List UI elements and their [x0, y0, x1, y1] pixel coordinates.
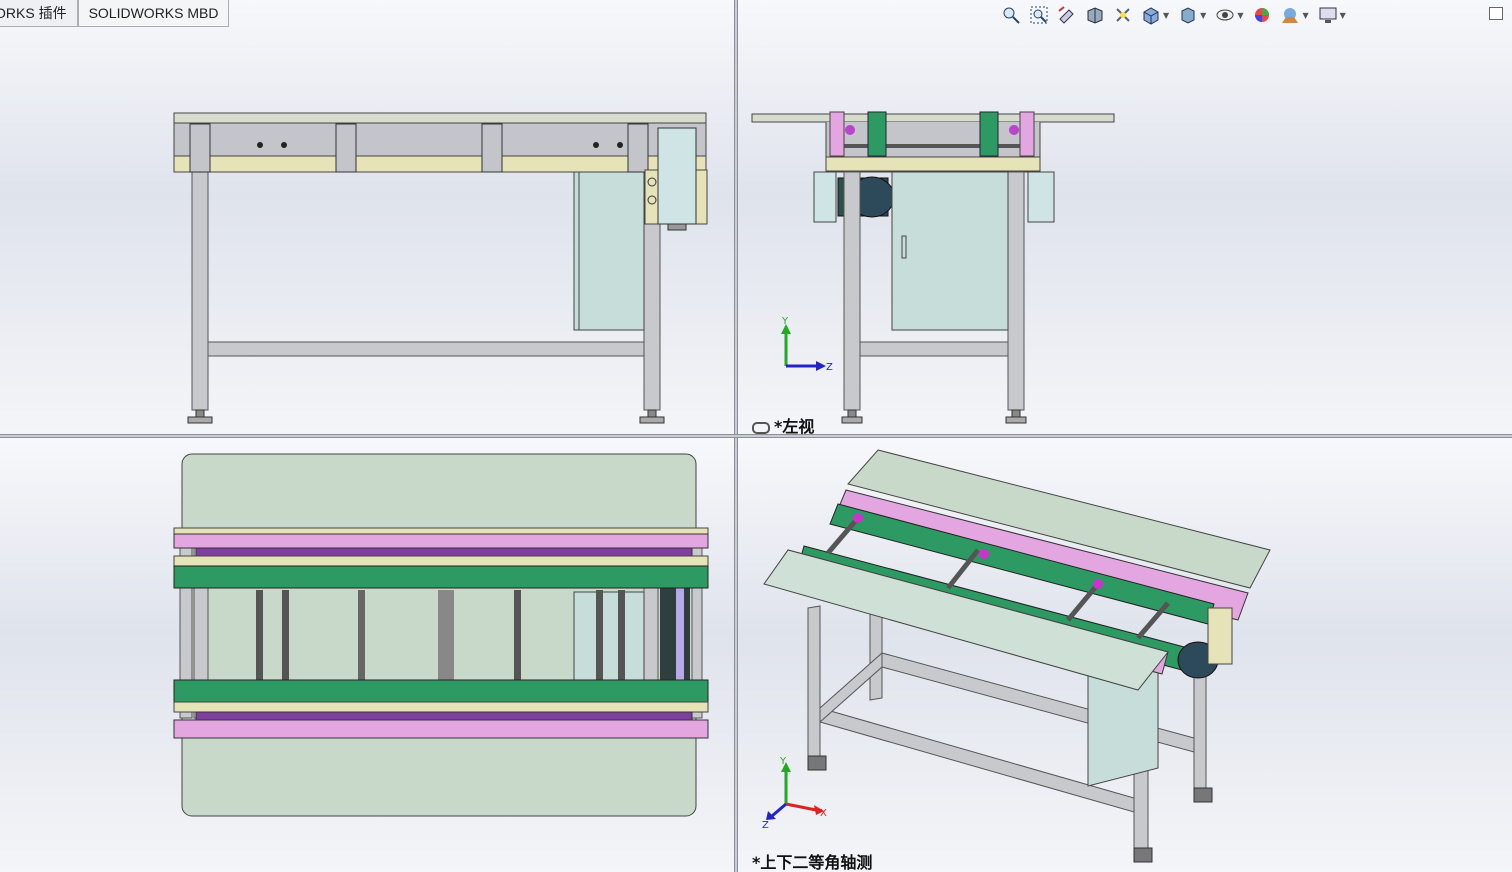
viewport-splitter-horizontal[interactable] — [0, 434, 1512, 438]
maximize-viewport-button[interactable] — [1489, 7, 1503, 20]
chevron-down-icon[interactable]: ▼ — [1302, 11, 1308, 20]
chevron-down-icon[interactable]: ▼ — [1163, 11, 1169, 20]
previous-view-icon[interactable] — [1056, 4, 1078, 26]
tab-solidworks-mbd[interactable]: SOLIDWORKS MBD — [77, 0, 230, 27]
axis-y-label: Y — [781, 316, 789, 327]
viewport-isometric[interactable]: Y X Z *上下二等角轴测 — [738, 438, 1512, 872]
tab-solidworks-addins[interactable]: ORKS 插件 — [0, 0, 78, 27]
heads-up-view-toolbar: ▼ ▼ ▼ ▼ ▼ — [1000, 4, 1348, 26]
link-view-icon — [752, 421, 770, 434]
isometric-view-drawing — [763, 449, 1271, 863]
chevron-down-icon[interactable]: ▼ — [1237, 11, 1243, 20]
view-orientation-icon[interactable] — [1140, 4, 1162, 26]
zoom-to-fit-icon[interactable] — [1000, 4, 1022, 26]
axis-y-label: Y — [779, 756, 787, 767]
axis-z-label: Z — [826, 362, 833, 373]
dynamic-annotation-icon[interactable] — [1112, 4, 1134, 26]
coordinate-triad: Y X Z — [762, 756, 827, 830]
display-style-icon[interactable] — [1177, 4, 1199, 26]
view-name: *左视 — [752, 413, 814, 434]
hide-show-items-icon[interactable] — [1214, 4, 1236, 26]
view-name-text: *左视 — [774, 417, 815, 434]
zoom-to-area-icon[interactable] — [1028, 4, 1050, 26]
section-view-icon[interactable] — [1084, 4, 1106, 26]
axis-x-label: X — [820, 808, 827, 819]
view-name-text: *上下二等角轴测 — [752, 853, 873, 872]
command-tabs: ORKS 插件 SOLIDWORKS MBD — [0, 0, 230, 28]
chevron-down-icon[interactable]: ▼ — [1200, 11, 1206, 20]
left-view-drawing — [751, 111, 1115, 424]
viewport-front[interactable]: ORKS 插件 SOLIDWORKS MBD — [0, 0, 734, 434]
axis-z-label: Z — [762, 820, 769, 830]
coordinate-triad: Y Z — [781, 316, 833, 373]
apply-scene-icon[interactable] — [1279, 4, 1301, 26]
chevron-down-icon[interactable]: ▼ — [1340, 11, 1346, 20]
viewport-top[interactable] — [0, 438, 734, 872]
front-view-drawing — [173, 112, 708, 424]
edit-appearance-icon[interactable] — [1251, 4, 1273, 26]
top-view-drawing — [173, 453, 709, 817]
view-settings-icon[interactable] — [1317, 4, 1339, 26]
viewport-left[interactable]: ▼ ▼ ▼ ▼ ▼ Y Z *左视 — [738, 0, 1512, 434]
